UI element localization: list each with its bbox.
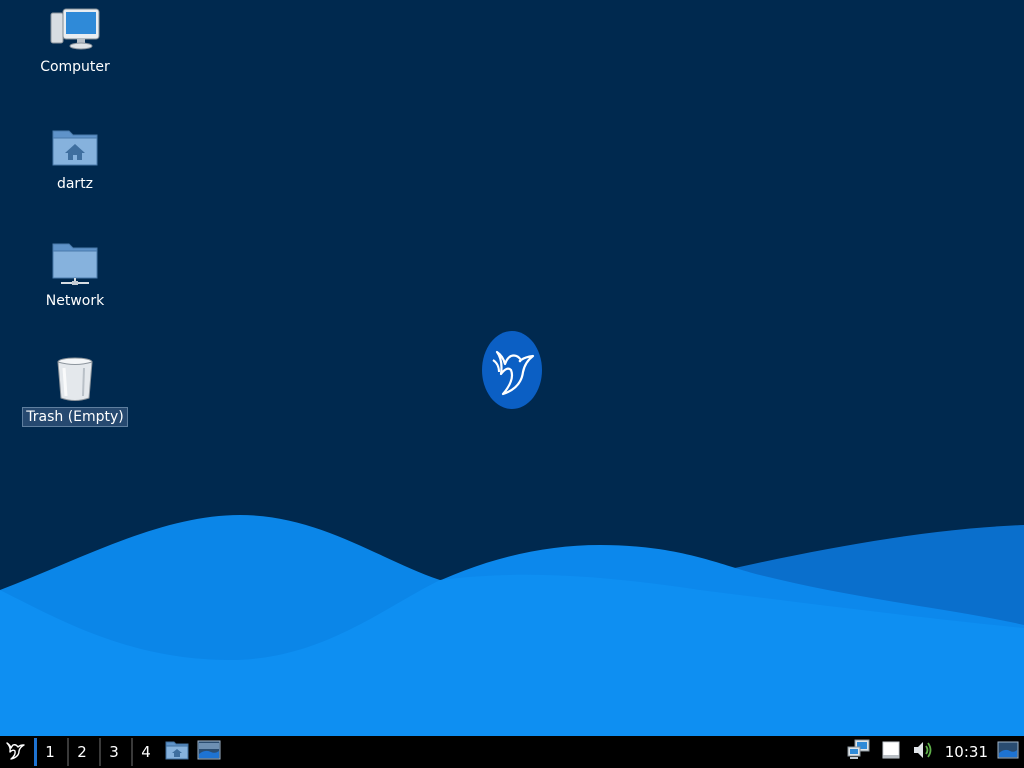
desktop-switch-button[interactable] (994, 738, 1022, 766)
trash-icon (49, 356, 101, 402)
volume-icon (912, 740, 934, 764)
workspace-label: 1 (45, 743, 55, 761)
start-menu-hummingbird-icon (4, 739, 26, 765)
clipboard-tray-button[interactable] (877, 738, 905, 766)
volume-tray-button[interactable] (909, 738, 937, 766)
workspace-label: 2 (77, 743, 87, 761)
desktop-icon-label: Trash (Empty) (22, 407, 128, 427)
show-desktop-icon (197, 740, 221, 764)
start-menu-button[interactable] (0, 736, 30, 768)
workspace-label: 3 (109, 743, 119, 761)
taskbar: 1 2 3 4 10:31 (0, 736, 1024, 768)
desktop-icon-computer[interactable]: Computer (25, 6, 125, 76)
clipboard-icon (881, 740, 901, 764)
workspace-4-button[interactable]: 4 (131, 738, 159, 766)
workspace-3-button[interactable]: 3 (99, 738, 127, 766)
workspace-label: 4 (141, 743, 151, 761)
network-folder-icon (49, 240, 101, 286)
desktop-icon-label: Computer (40, 59, 110, 75)
desktop-icon-network[interactable]: Network (25, 240, 125, 310)
file-manager-icon (165, 740, 189, 764)
desktop-icon-home[interactable]: dartz (25, 123, 125, 193)
workspace-2-button[interactable]: 2 (67, 738, 95, 766)
hummingbird-logo-icon (481, 330, 543, 410)
network-icon (847, 739, 871, 765)
desktop[interactable]: Computer dartz Network Trash (Empty) (0, 0, 1024, 736)
desktop-icon-trash[interactable]: Trash (Empty) (22, 356, 128, 427)
clock[interactable]: 10:31 (937, 743, 994, 761)
desktop-icon-label: Network (45, 293, 105, 309)
desktop-icon-label: dartz (56, 176, 94, 192)
file-manager-launcher[interactable] (163, 738, 191, 766)
workspace-1-button[interactable]: 1 (34, 738, 63, 766)
computer-icon (49, 6, 101, 52)
home-folder-icon (49, 123, 101, 169)
show-desktop-launcher[interactable] (195, 738, 223, 766)
desktop-switch-icon (997, 741, 1019, 763)
network-tray-button[interactable] (845, 738, 873, 766)
